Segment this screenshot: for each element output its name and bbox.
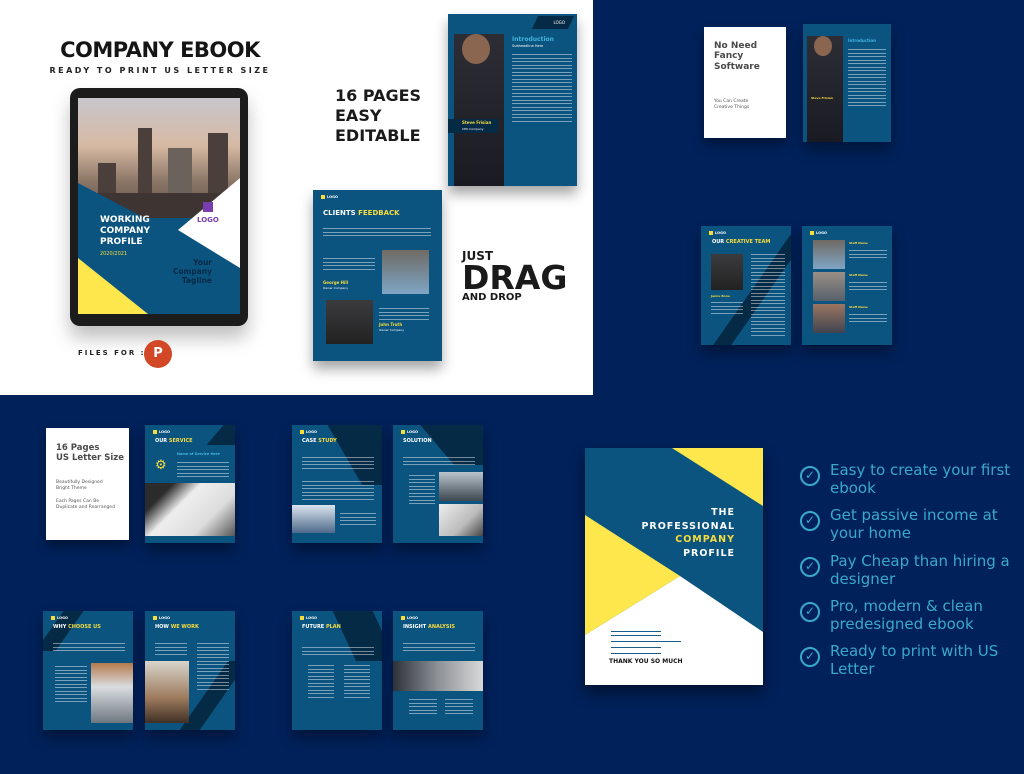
feedback-page: LOGO CLIENTS FEEDBACK George Hill Owner …: [313, 190, 442, 361]
check-circle-icon: ✓: [800, 466, 820, 486]
insight-page: LOGO INSIGHT ANALYSIS: [393, 611, 483, 730]
size-card: 16 Pages US Letter Size Beautifully Desig…: [46, 428, 129, 540]
cover-year: 2020/2021: [100, 251, 128, 257]
check-circle-icon: ✓: [800, 647, 820, 667]
cover-tagline: Your Company Tagline: [172, 258, 212, 285]
check-circle-icon: ✓: [800, 511, 820, 531]
intro-page: LOGO Steve Frisian CEO Company Introduct…: [448, 14, 577, 186]
team-page: LOGO OUR CREATIVE TEAM Jamie Bone: [701, 226, 791, 345]
logo-cube-icon: [203, 202, 213, 212]
ebook-subtitle: READY TO PRINT US LETTER SIZE: [49, 66, 271, 75]
powerpoint-icon: P: [144, 340, 172, 368]
feature-item: ✓ Pro, modern & clean predesigned ebook: [800, 597, 1020, 633]
why-choose-page: LOGO WHY CHOOSE US: [43, 611, 133, 730]
intro-page-small: Steve Frisian Introduction: [803, 24, 891, 142]
check-circle-icon: ✓: [800, 557, 820, 577]
ebook-title: COMPANY EBOOK: [60, 38, 260, 62]
feature-item: ✓ Easy to create your first ebook: [800, 461, 1020, 497]
future-plan-page: LOGO FUTURE PLAN: [292, 611, 382, 730]
feature-item: ✓ Pay Cheap than hiring a designer: [800, 552, 1020, 588]
case-study-page: LOGO CASE STUDY: [292, 425, 382, 543]
feature-item: ✓ Get passive income at your home: [800, 506, 1020, 542]
check-circle-icon: ✓: [800, 602, 820, 622]
solution-page: LOGO SOLUTION: [393, 425, 483, 543]
feature-item: ✓ Ready to print with US Letter: [800, 642, 1020, 678]
service-page: LOGO OUR SERVICE ⚙ Name of Service Here: [145, 425, 235, 543]
cover-logo: LOGO: [197, 216, 219, 224]
how-we-work-page: LOGO HOW WE WORK: [145, 611, 235, 730]
software-card: No Need Fancy Software You Can Create Creat…: [704, 27, 786, 138]
gear-icon: ⚙: [155, 458, 167, 473]
back-cover-title: THE PROFESSIONAL COMPANY PROFILE: [641, 507, 735, 559]
tablet-mockup: LOGO WORKING COMPANY PROFILE 2020/2021 You…: [70, 88, 248, 326]
thanks-text: THANK YOU SO MUCH: [609, 658, 683, 665]
pages-promo: 16 PAGES EASY EDITABLE: [335, 86, 422, 145]
cover-title: WORKING COMPANY PROFILE: [100, 215, 150, 247]
back-cover-page: THE PROFESSIONAL COMPANY PROFILE THANK YOU …: [585, 448, 763, 685]
staff-page: LOGO Staff Name Staff Name Staff Name: [802, 226, 892, 345]
files-for-label: FILES FOR :: [78, 349, 146, 357]
drag-promo: JUST DRAG AND DROP: [462, 249, 568, 303]
